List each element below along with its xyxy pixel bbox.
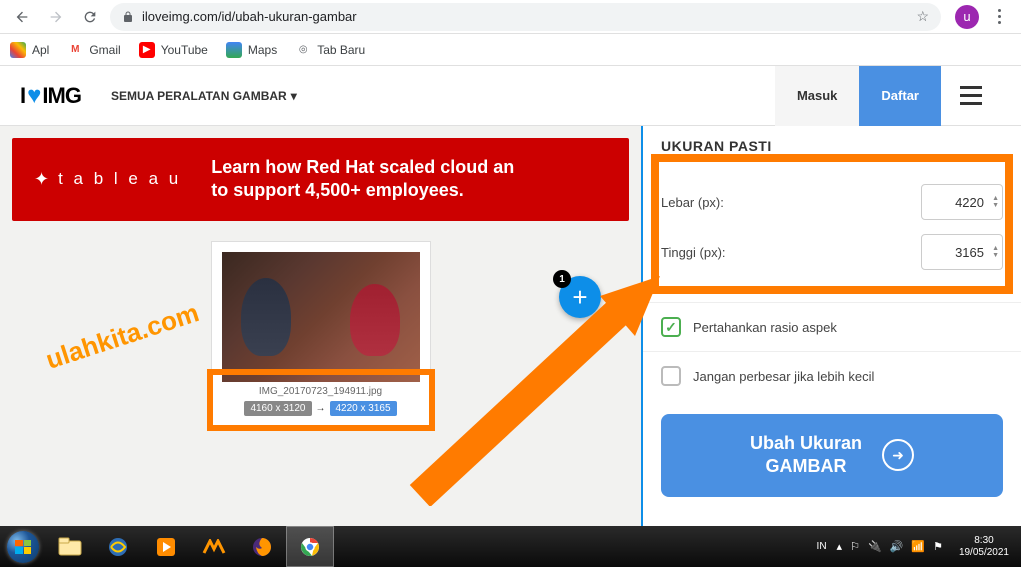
taskbar-winamp-icon[interactable] [190,526,238,567]
back-button[interactable] [8,3,36,31]
bookmarks-bar: Apl M Gmail ▶ YouTube Maps ◎ Tab Baru [0,34,1021,66]
stepper-icon[interactable]: ▲▼ [992,245,999,259]
heart-icon: ♥ [27,82,40,110]
flag-icon[interactable]: ⚐ [850,540,860,553]
resize-options-panel: UKURAN PASTI Lebar (px): ▲▼ Tinggi (px):… [641,126,1021,526]
bookmark-tabbaru[interactable]: ◎ Tab Baru [295,42,365,58]
forward-button[interactable] [42,3,70,31]
taskbar-chrome-icon[interactable] [286,526,334,567]
ad-banner[interactable]: ✦ t a b l e a u Learn how Red Hat scaled… [12,138,629,221]
bookmark-youtube[interactable]: ▶ YouTube [139,42,208,58]
hamburger-menu[interactable] [941,66,1001,126]
new-dimensions: 4220 x 3165 [330,401,397,416]
site-header: I ♥ IMG SEMUA PERALATAN GAMBAR ▾ Masuk D… [0,66,1021,126]
width-label: Lebar (px): [661,195,724,210]
browser-nav-bar: iloveimg.com/id/ubah-ukuran-gambar ☆ u [0,0,1021,34]
browser-menu-button[interactable] [985,9,1013,24]
plus-icon: + [572,282,587,313]
bookmark-star-icon[interactable]: ☆ [916,8,929,25]
network-icon[interactable]: 📶 [911,540,925,553]
height-input[interactable] [921,234,1003,270]
add-image-button[interactable]: 1 + [559,276,601,318]
taskbar-ie-icon[interactable] [94,526,142,567]
annotation-arrow [400,276,660,506]
banner-text: Learn how Red Hat scaled cloud an to sup… [211,156,514,203]
aspect-ratio-checkbox[interactable] [661,317,681,337]
login-button[interactable]: Masuk [775,66,859,126]
youtube-icon: ▶ [139,42,155,58]
resize-submit-button[interactable]: Ubah Ukuran GAMBAR ➜ [661,414,1003,497]
watermark-text: ulahkita.com [42,297,203,376]
volume-icon[interactable]: 🔊 [890,540,904,553]
width-input[interactable] [921,184,1003,220]
no-upscale-row[interactable]: Jangan perbesar jika lebih kecil [643,351,1021,400]
panel-title: UKURAN PASTI [643,126,1021,162]
page-content: I ♥ IMG SEMUA PERALATAN GAMBAR ▾ Masuk D… [0,66,1021,526]
chevron-down-icon: ▾ [291,89,297,103]
no-upscale-checkbox[interactable] [661,366,681,386]
url-text: iloveimg.com/id/ubah-ukuran-gambar [142,9,357,24]
gmail-icon: M [67,42,83,58]
bookmark-gmail[interactable]: M Gmail [67,42,120,58]
stepper-icon[interactable]: ▲▼ [992,195,999,209]
image-thumbnail [222,252,420,382]
image-count-badge: 1 [553,270,571,288]
image-card: IMG_20170723_194911.jpg 4160 x 3120 → 42… [211,241,431,427]
taskbar-clock[interactable]: 8:30 19/05/2021 [953,535,1015,559]
left-pane: ✦ t a b l e a u Learn how Red Hat scaled… [0,126,641,526]
apps-icon [10,42,26,58]
taskbar-lang[interactable]: IN [817,541,827,552]
signup-button[interactable]: Daftar [859,66,941,126]
old-dimensions: 4160 x 3120 [244,401,311,416]
bookmark-apl[interactable]: Apl [10,42,49,58]
arrow-circle-icon: ➜ [882,439,914,471]
start-button[interactable] [0,526,46,567]
height-label: Tinggi (px): [661,245,726,260]
tableau-logo: ✦ t a b l e a u [34,169,181,190]
site-logo[interactable]: I ♥ IMG [20,82,81,110]
maps-icon [226,42,242,58]
system-tray[interactable]: ▴ ⚐ 🔌 🔊 📶 ⚑ [837,540,943,553]
arrow-right-icon: → [316,403,326,414]
profile-avatar[interactable]: u [955,5,979,29]
main-split: ✦ t a b l e a u Learn how Red Hat scaled… [0,126,1021,526]
newtab-icon: ◎ [295,42,311,58]
tray-up-icon[interactable]: ▴ [837,540,843,553]
dimensions-row: 4160 x 3120 → 4220 x 3165 [222,401,420,416]
aspect-ratio-row[interactable]: Pertahankan rasio aspek [643,302,1021,351]
taskbar-wmp-icon[interactable] [142,526,190,567]
power-icon[interactable]: 🔌 [868,540,882,553]
taskbar-explorer-icon[interactable] [46,526,94,567]
reload-button[interactable] [76,3,104,31]
image-filename: IMG_20170723_194911.jpg [222,386,420,397]
tableau-mark-icon: ✦ [34,169,52,190]
annotation-box-inputs [651,154,1013,294]
address-bar[interactable]: iloveimg.com/id/ubah-ukuran-gambar ☆ [110,3,941,31]
taskbar-firefox-icon[interactable] [238,526,286,567]
bookmark-maps[interactable]: Maps [226,42,277,58]
windows-taskbar: IN ▴ ⚐ 🔌 🔊 📶 ⚑ 8:30 19/05/2021 [0,526,1021,567]
lock-icon [122,11,134,23]
action-center-icon[interactable]: ⚑ [933,540,943,553]
tools-dropdown[interactable]: SEMUA PERALATAN GAMBAR ▾ [111,89,297,103]
